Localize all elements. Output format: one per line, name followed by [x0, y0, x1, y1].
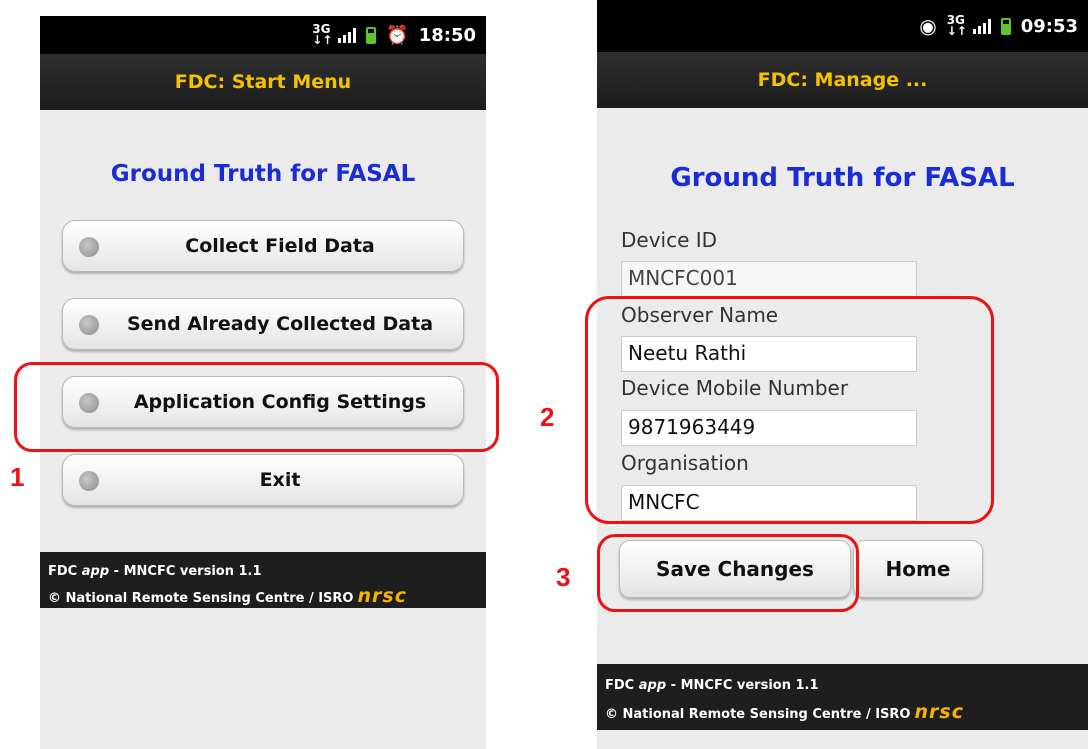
callout-box-3 [597, 534, 859, 612]
copyright-line: © National Remote Sensing Centre / ISRO n… [48, 585, 407, 607]
screen-title: FDC: Start Menu [174, 71, 352, 93]
signal-icon [972, 18, 991, 34]
callout-number-1: 1 [10, 462, 25, 492]
battery-icon [366, 26, 377, 44]
status-time: 09:53 [1020, 15, 1078, 37]
status-bar: ◉ 3G ↓↑ 09:53 [597, 0, 1088, 52]
3g-icon: 3G ↓↑ [312, 22, 333, 47]
callout-number-2: 2 [540, 402, 555, 432]
app-heading: Ground Truth for FASAL [670, 163, 1015, 193]
footer: FDC app - MNCFC version 1.1 © National R… [40, 552, 486, 608]
battery-icon [1000, 17, 1011, 35]
device-id-label: Device ID [621, 228, 718, 252]
copyright-line: © National Remote Sensing Centre / ISRO n… [605, 701, 964, 723]
exit-button[interactable]: Exit [62, 454, 464, 506]
app-heading: Ground Truth for FASAL [110, 161, 416, 187]
button-label: Send Already Collected Data [126, 313, 434, 335]
device-id-field: MNCFC001 [621, 261, 917, 297]
send-collected-data-button[interactable]: Send Already Collected Data [62, 298, 464, 350]
collect-field-data-button[interactable]: Collect Field Data [62, 220, 464, 272]
callout-box-1 [14, 362, 499, 452]
3g-icon: 3G ↓↑ [946, 13, 967, 38]
status-bar: 3G ↓↑ ⏰ 18:50 [40, 16, 486, 54]
nrsc-logo: nrsc [357, 585, 407, 607]
radio-dot-icon [79, 237, 99, 257]
footer: FDC app - MNCFC version 1.1 © National R… [597, 664, 1088, 730]
version-line: FDC app - MNCFC version 1.1 [48, 564, 262, 579]
radio-dot-icon [79, 315, 99, 335]
signal-icon [338, 27, 357, 43]
alarm-icon: ⏰ [386, 24, 409, 46]
title-bar: FDC: Start Menu [40, 54, 486, 110]
callout-box-2 [585, 296, 994, 524]
nrsc-logo: nrsc [914, 701, 964, 723]
radio-dot-icon [79, 471, 99, 491]
title-bar: FDC: Manage ... [597, 52, 1088, 108]
button-label: Exit [259, 469, 301, 491]
callout-number-3: 3 [556, 562, 571, 592]
button-label: Collect Field Data [185, 235, 375, 257]
home-button[interactable]: Home [853, 540, 983, 598]
gps-icon: ◉ [919, 14, 937, 38]
status-time: 18:50 [418, 24, 476, 46]
version-line: FDC app - MNCFC version 1.1 [605, 678, 819, 693]
screen-title: FDC: Manage ... [757, 69, 928, 91]
